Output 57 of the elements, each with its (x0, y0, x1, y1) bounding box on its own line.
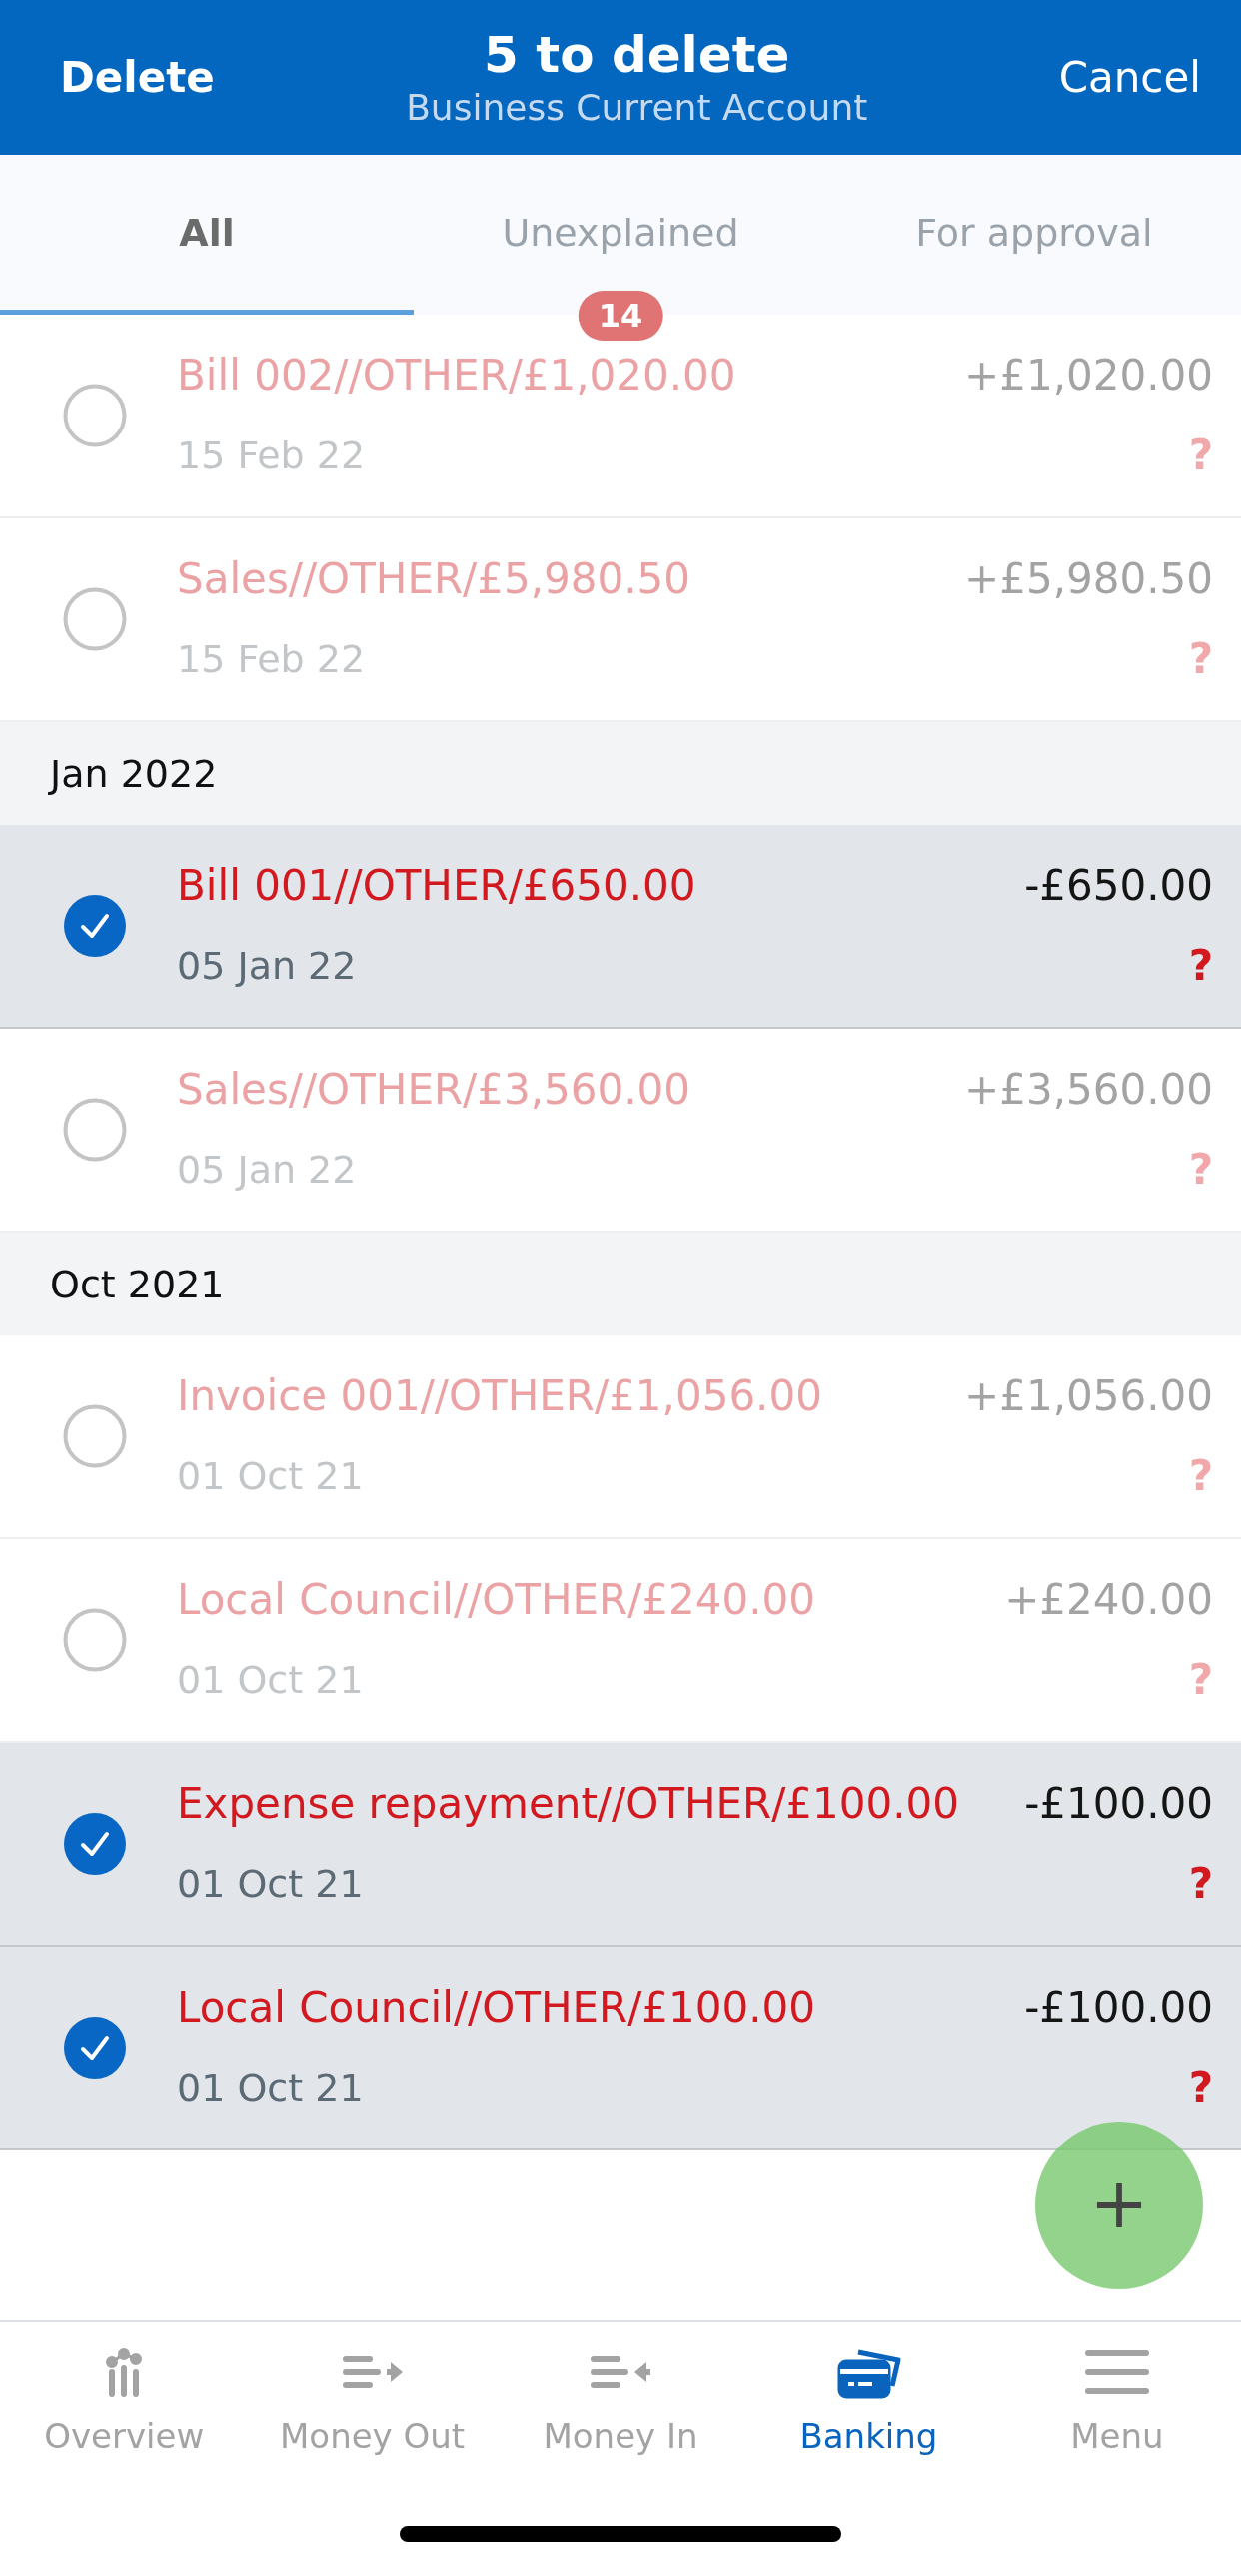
transaction-date: 01 Oct 21 (177, 2065, 365, 2112)
tab[interactable]: For approval (827, 155, 1241, 315)
unexplained-mark: ? (1188, 940, 1213, 992)
transaction-amount: -£100.00 (1024, 1982, 1213, 2034)
screen-title: 5 to delete (484, 24, 790, 85)
transaction-date: 01 Oct 21 (177, 1861, 365, 1908)
transaction-amount: +£1,056.00 (964, 1370, 1213, 1422)
transaction-amount: +£1,020.00 (964, 350, 1213, 402)
checkbox[interactable] (63, 1098, 127, 1162)
transaction-row[interactable]: Bill 001//OTHER/£650.00 05 Jan 22 -£650.00 ? (0, 825, 1241, 1029)
checkbox[interactable] (63, 587, 127, 651)
transaction-description: Sales//OTHER/£3,560.00 (177, 1064, 691, 1116)
cancel-button[interactable]: Cancel (1058, 53, 1201, 102)
checkbox[interactable] (63, 1608, 127, 1672)
count-badge: 14 (578, 291, 663, 341)
transaction-description: Expense repayment//OTHER/£100.00 (177, 1778, 960, 1830)
unexplained-mark: ? (1188, 633, 1213, 685)
transaction-date: 15 Feb 22 (177, 636, 367, 683)
transaction-date: 05 Jan 22 (177, 1147, 358, 1194)
transaction-description: Sales//OTHER/£5,980.50 (177, 553, 691, 605)
month-heading: Jan 2022 (0, 722, 1241, 825)
transaction-amount: -£650.00 (1024, 860, 1213, 912)
unexplained-mark: ? (1188, 2062, 1213, 2114)
nav-item[interactable]: Money In (496, 2322, 745, 2456)
transaction-description: Bill 002//OTHER/£1,020.00 (177, 350, 737, 402)
transaction-description: Bill 001//OTHER/£650.00 (177, 860, 697, 912)
checkbox[interactable] (63, 1812, 127, 1876)
nav-item[interactable]: Overview (0, 2322, 249, 2456)
checkbox[interactable] (63, 384, 127, 447)
transaction-date: 05 Jan 22 (177, 943, 358, 990)
transaction-description: Local Council//OTHER/£100.00 (177, 1982, 817, 2034)
nav-item[interactable]: Menu (992, 2322, 1241, 2456)
transaction-date: 15 Feb 22 (177, 432, 367, 479)
transaction-date: 01 Oct 21 (177, 1657, 365, 1704)
nav-item[interactable]: Money Out (248, 2322, 497, 2456)
transaction-row[interactable]: Expense repayment//OTHER/£100.00 01 Oct 21 -£100.00 ? (0, 1743, 1241, 1947)
unexplained-mark: ? (1188, 429, 1213, 481)
transaction-row[interactable]: Local Council//OTHER/£100.00 01 Oct 21 -£100.00 ? (0, 1947, 1241, 2150)
unexplained-mark: ? (1188, 1654, 1213, 1706)
transaction-amount: -£100.00 (1024, 1778, 1213, 1830)
nav-item[interactable]: Banking (744, 2322, 993, 2456)
checkbox[interactable] (63, 1404, 127, 1468)
checkbox[interactable] (63, 894, 127, 958)
transaction-description: Local Council//OTHER/£240.00 (177, 1574, 817, 1626)
transaction-amount: +£5,980.50 (964, 553, 1213, 605)
account-name: Business Current Account (406, 85, 868, 130)
transaction-date: 01 Oct 21 (177, 1453, 365, 1500)
transaction-amount: +£3,560.00 (964, 1064, 1213, 1116)
unexplained-mark: ? (1188, 1144, 1213, 1196)
transaction-amount: +£240.00 (1004, 1574, 1213, 1626)
unexplained-mark: ? (1188, 1858, 1213, 1910)
month-heading: Oct 2021 (0, 1233, 1241, 1335)
checkbox[interactable] (63, 2016, 127, 2080)
plus-icon (1095, 2181, 1143, 2229)
unexplained-mark: ? (1188, 1450, 1213, 1502)
delete-button[interactable]: Delete (60, 53, 215, 102)
transaction-description: Invoice 001//OTHER/£1,056.00 (177, 1370, 823, 1422)
